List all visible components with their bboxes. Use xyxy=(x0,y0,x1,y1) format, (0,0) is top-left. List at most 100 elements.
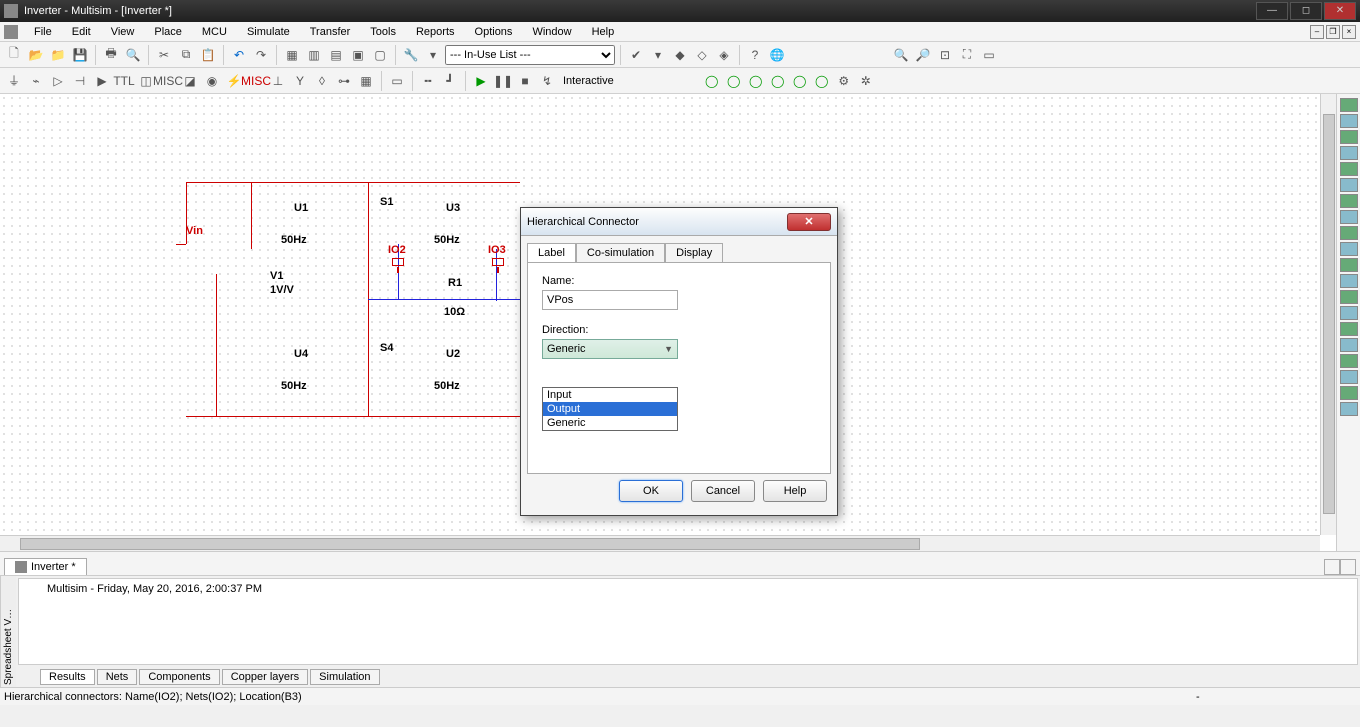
instr-2-icon[interactable]: ◯ xyxy=(724,71,744,91)
resistor-icon[interactable]: ⌁ xyxy=(26,71,46,91)
log-tab-simulation[interactable]: Simulation xyxy=(310,669,379,685)
instrument-1-icon[interactable] xyxy=(1340,98,1358,112)
misc2-icon[interactable]: MISC xyxy=(246,71,266,91)
instrument-13-icon[interactable] xyxy=(1340,290,1358,304)
mcu-icon[interactable]: ▦ xyxy=(356,71,376,91)
cut-icon[interactable]: ✂ xyxy=(154,45,174,65)
instrument-20-icon[interactable] xyxy=(1340,402,1358,416)
maximize-button[interactable]: ◻ xyxy=(1290,2,1322,20)
ok-button[interactable]: OK xyxy=(619,480,683,502)
mdi-restore-button[interactable]: ❐ xyxy=(1326,25,1340,39)
menu-simulate[interactable]: Simulate xyxy=(237,24,300,40)
pause-icon[interactable]: ❚❚ xyxy=(493,71,513,91)
instr-3-icon[interactable]: ◯ xyxy=(746,71,766,91)
tab-grid-button[interactable] xyxy=(1324,559,1340,575)
open-icon[interactable]: 📂 xyxy=(26,45,46,65)
stop-icon[interactable]: ■ xyxy=(515,71,535,91)
gear-icon[interactable]: ✲ xyxy=(856,71,876,91)
tb-btn-c[interactable]: ▤ xyxy=(326,45,346,65)
instrument-8-icon[interactable] xyxy=(1340,210,1358,224)
tab-split-button[interactable] xyxy=(1340,559,1356,575)
direction-option-input[interactable]: Input xyxy=(543,388,677,402)
misc-icon[interactable]: MISC xyxy=(158,71,178,91)
settings-icon[interactable]: ⚙ xyxy=(834,71,854,91)
tb-btn-a[interactable]: ▦ xyxy=(282,45,302,65)
mixed-icon[interactable]: ◪ xyxy=(180,71,200,91)
component-icon[interactable]: 🔧 xyxy=(401,45,421,65)
diode-icon[interactable]: ▷ xyxy=(48,71,68,91)
menu-mcu[interactable]: MCU xyxy=(192,24,237,40)
menu-options[interactable]: Options xyxy=(465,24,523,40)
spreadsheet-vtab[interactable]: Spreadsheet V… xyxy=(0,576,16,687)
zoom-in-icon[interactable]: 🔍 xyxy=(891,45,911,65)
check-icon[interactable]: ✔ xyxy=(626,45,646,65)
menu-help[interactable]: Help xyxy=(582,24,625,40)
horizontal-scrollbar[interactable] xyxy=(0,535,1320,551)
zoom-out-icon[interactable]: 🔎 xyxy=(913,45,933,65)
redo-icon[interactable]: ↷ xyxy=(251,45,271,65)
electro-icon[interactable]: Y xyxy=(290,71,310,91)
tb-btn-i[interactable]: ◈ xyxy=(714,45,734,65)
minimize-button[interactable]: — xyxy=(1256,2,1288,20)
instr-5-icon[interactable]: ◯ xyxy=(790,71,810,91)
instrument-11-icon[interactable] xyxy=(1340,258,1358,272)
print-preview-icon[interactable]: 🔍 xyxy=(123,45,143,65)
junction-icon[interactable]: ┛ xyxy=(440,71,460,91)
menu-file[interactable]: File xyxy=(24,24,62,40)
fullscreen-icon[interactable]: ▭ xyxy=(979,45,999,65)
instrument-6-icon[interactable] xyxy=(1340,178,1358,192)
close-button[interactable]: ✕ xyxy=(1324,2,1356,20)
tb-btn-h[interactable]: ◇ xyxy=(692,45,712,65)
dialog-tab-label[interactable]: Label xyxy=(527,243,576,263)
instrument-19-icon[interactable] xyxy=(1340,386,1358,400)
save-icon[interactable]: 💾 xyxy=(70,45,90,65)
menu-tools[interactable]: Tools xyxy=(360,24,406,40)
instrument-3-icon[interactable] xyxy=(1340,130,1358,144)
web-icon[interactable]: 🌐 xyxy=(767,45,787,65)
tb-btn-f[interactable]: ▾ xyxy=(648,45,668,65)
mdi-minimize-button[interactable]: – xyxy=(1310,25,1324,39)
instrument-17-icon[interactable] xyxy=(1340,354,1358,368)
ground-icon[interactable]: ⏚ xyxy=(4,71,24,91)
tb-btn-d[interactable]: ▣ xyxy=(348,45,368,65)
ttl-icon[interactable]: TTL xyxy=(114,71,134,91)
instrument-4-icon[interactable] xyxy=(1340,146,1358,160)
indicator-icon[interactable]: ◉ xyxy=(202,71,222,91)
instr-6-icon[interactable]: ◯ xyxy=(812,71,832,91)
instrument-14-icon[interactable] xyxy=(1340,306,1358,320)
menu-transfer[interactable]: Transfer xyxy=(300,24,361,40)
in-use-list-select[interactable]: --- In-Use List --- xyxy=(445,45,615,65)
instr-4-icon[interactable]: ◯ xyxy=(768,71,788,91)
run-icon[interactable]: ▶ xyxy=(471,71,491,91)
io3-connector[interactable] xyxy=(492,258,504,266)
zoom-fit-icon[interactable]: ⛶ xyxy=(957,45,977,65)
menu-edit[interactable]: Edit xyxy=(62,24,101,40)
io2-connector[interactable] xyxy=(392,258,404,266)
print-icon[interactable]: 🖶 xyxy=(101,45,121,65)
cancel-button[interactable]: Cancel xyxy=(691,480,755,502)
rf-icon[interactable]: ⊥ xyxy=(268,71,288,91)
menu-window[interactable]: Window xyxy=(522,24,581,40)
interactive-icon[interactable]: ↯ xyxy=(537,71,557,91)
dialog-titlebar[interactable]: Hierarchical Connector ✕ xyxy=(521,208,837,236)
chevron-icon[interactable]: ▾ xyxy=(423,45,443,65)
undo-icon[interactable]: ↶ xyxy=(229,45,249,65)
menu-place[interactable]: Place xyxy=(144,24,192,40)
log-tab-copper[interactable]: Copper layers xyxy=(222,669,308,685)
help-icon[interactable]: ? xyxy=(745,45,765,65)
mdi-close-button[interactable]: × xyxy=(1342,25,1356,39)
hierarchy-icon[interactable]: ▭ xyxy=(387,71,407,91)
name-input[interactable] xyxy=(542,290,678,310)
log-tab-nets[interactable]: Nets xyxy=(97,669,138,685)
instrument-2-icon[interactable] xyxy=(1340,114,1358,128)
instrument-10-icon[interactable] xyxy=(1340,242,1358,256)
doc-tab-inverter[interactable]: Inverter * xyxy=(4,558,87,575)
instrument-9-icon[interactable] xyxy=(1340,226,1358,240)
menu-reports[interactable]: Reports xyxy=(406,24,465,40)
direction-option-output[interactable]: Output xyxy=(543,402,677,416)
ni-icon[interactable]: ◊ xyxy=(312,71,332,91)
instr-1-icon[interactable]: ◯ xyxy=(702,71,722,91)
open2-icon[interactable]: 📁 xyxy=(48,45,68,65)
menu-view[interactable]: View xyxy=(101,24,145,40)
new-icon[interactable]: 🗋 xyxy=(4,45,24,65)
